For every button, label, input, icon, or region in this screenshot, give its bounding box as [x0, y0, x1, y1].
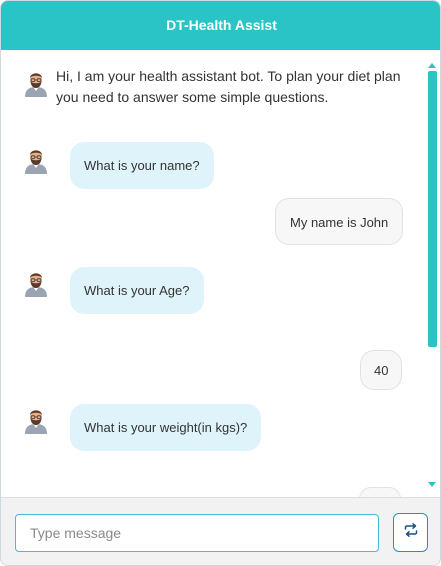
refresh-send-icon: [403, 522, 419, 543]
scroll-down-arrow-icon[interactable]: [428, 482, 436, 487]
bot-avatar-icon: [22, 406, 50, 434]
scrollbar-thumb[interactable]: [428, 71, 437, 347]
welcome-message: Hi, I am your health assistant bot. To p…: [56, 68, 401, 105]
message-scrollbar[interactable]: [426, 61, 438, 489]
partial-user-message-bubble: [359, 487, 401, 497]
message-list: Hi, I am your health assistant bot. To p…: [1, 50, 440, 497]
composer-bar: [1, 497, 440, 565]
chat-widget: DT-Health Assist Hi, I am your health as…: [0, 0, 441, 566]
user-message-bubble: 40: [360, 350, 403, 390]
bot-message-bubble: What is your Age?: [70, 267, 204, 314]
bot-message-bubble: What is your name?: [70, 142, 214, 189]
send-button[interactable]: [393, 513, 428, 552]
bot-message-bubble: What is your weight(in kgs)?: [70, 404, 262, 451]
message-input[interactable]: [15, 514, 379, 552]
chat-header-title: DT-Health Assist: [1, 1, 440, 50]
bot-avatar-icon: [22, 146, 50, 174]
scroll-up-arrow-icon[interactable]: [428, 63, 436, 68]
user-message-bubble: My name is John: [275, 198, 404, 245]
bot-avatar-icon: [22, 269, 50, 297]
bot-avatar-icon: [22, 69, 50, 97]
